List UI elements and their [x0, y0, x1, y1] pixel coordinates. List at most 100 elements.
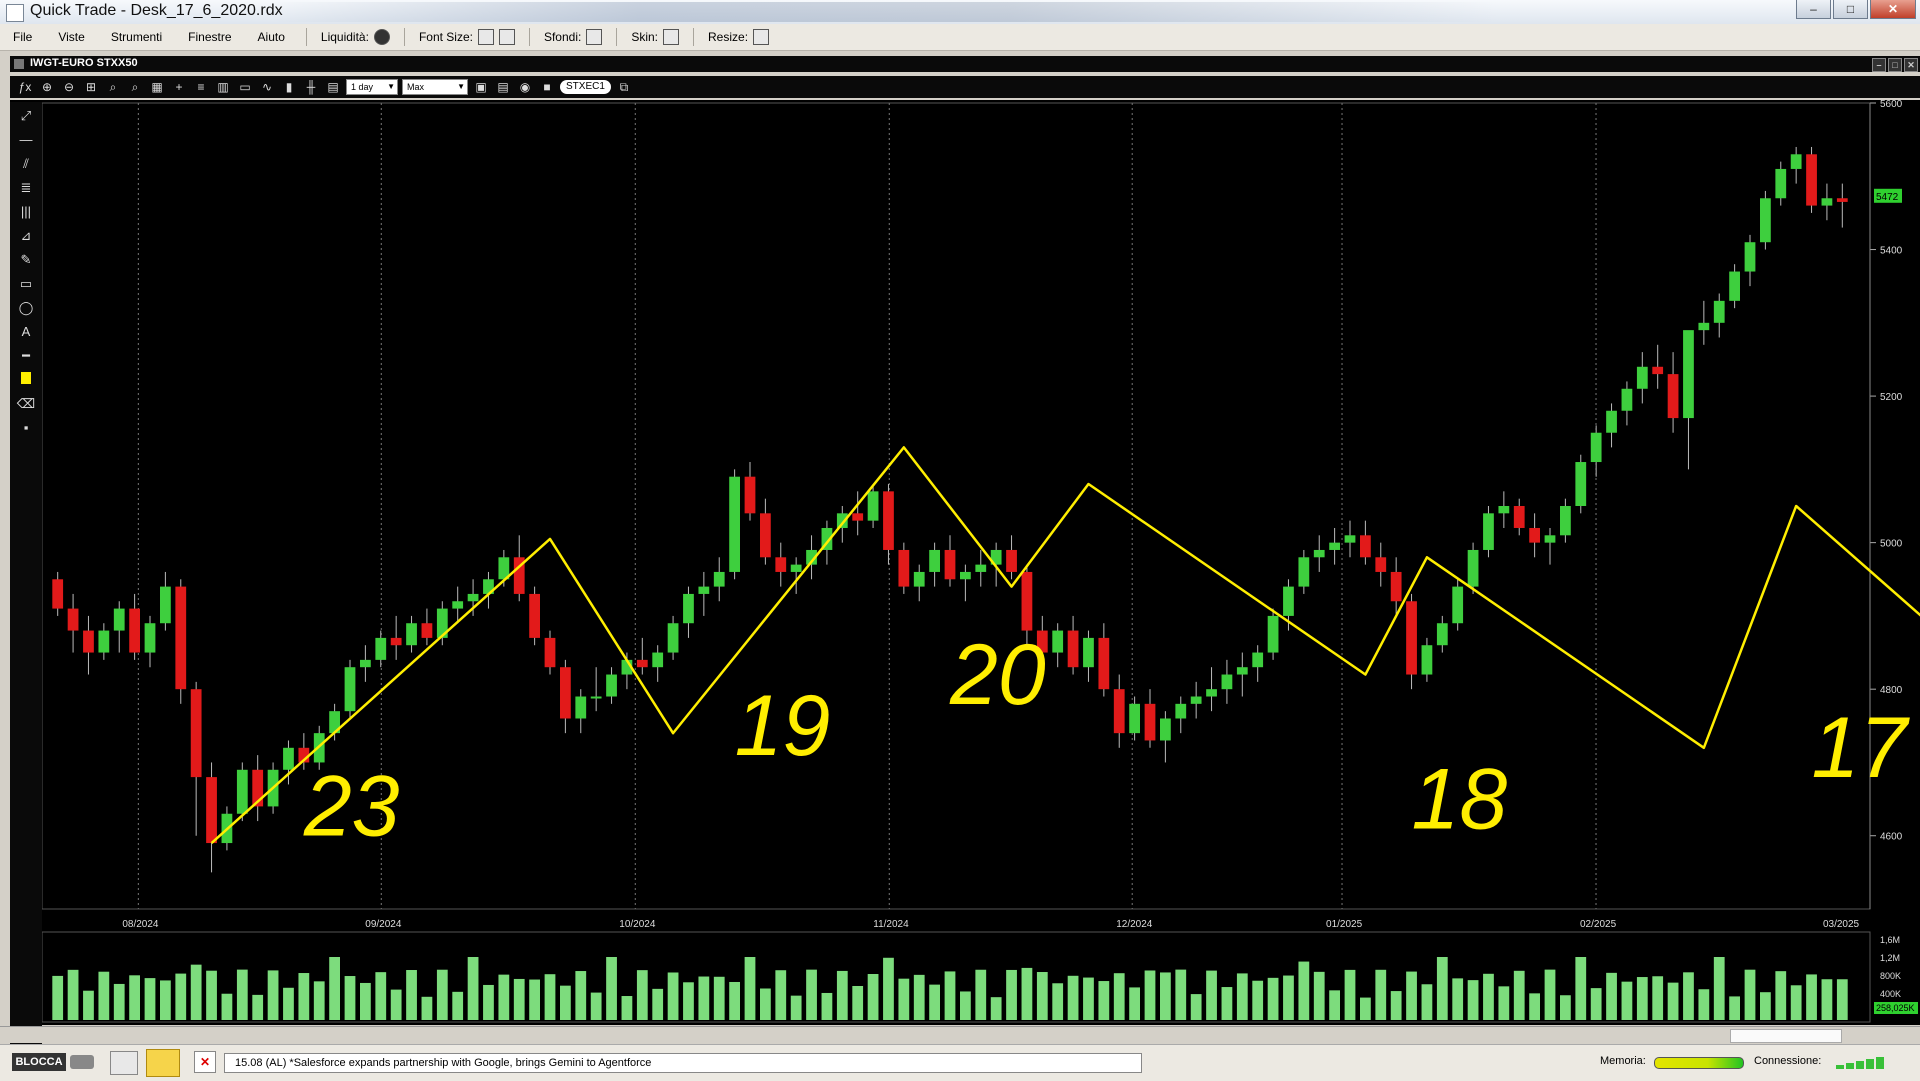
printer-icon[interactable]: [110, 1051, 138, 1075]
news-ticker[interactable]: 15.08 (AL) *Salesforce expands partnersh…: [224, 1053, 1142, 1073]
sfondi-control[interactable]: Sfondi:: [538, 29, 608, 45]
zoom-out-icon[interactable]: ⊖: [60, 79, 78, 95]
trash-icon[interactable]: ▪: [15, 418, 37, 438]
crosshair-icon[interactable]: +: [170, 79, 188, 95]
function-icon[interactable]: ƒx: [16, 79, 34, 95]
candle-body: [1621, 388, 1633, 411]
gann-icon[interactable]: ⊿: [15, 226, 37, 246]
bars-icon[interactable]: ▥: [214, 79, 232, 95]
menu-viste[interactable]: Viste: [45, 30, 97, 44]
close-icon[interactable]: ✕: [1870, 0, 1916, 19]
chart-window-title: IWGT-EURO STXX50: [30, 57, 138, 69]
font-stepper-icon[interactable]: [477, 29, 494, 45]
volume-bar: [1683, 972, 1694, 1020]
zoom-fit-icon[interactable]: ⊞: [82, 79, 100, 95]
font-icon[interactable]: [498, 29, 515, 45]
ohlc-icon[interactable]: ╫: [302, 79, 320, 95]
zoom-reset-icon[interactable]: ⌕: [126, 79, 144, 95]
color-picker-icon[interactable]: [15, 370, 37, 390]
fibonacci-icon[interactable]: ≣: [15, 178, 37, 198]
candle-body: [1375, 557, 1387, 572]
font-size-control[interactable]: Font Size:: [413, 29, 521, 45]
rectangle-icon[interactable]: ▭: [15, 274, 37, 294]
alert-icon[interactable]: ■: [538, 79, 556, 95]
text-tool-icon[interactable]: A: [15, 322, 37, 342]
menu-separator: [528, 28, 530, 46]
connection-signal-icon: [1836, 1053, 1916, 1069]
stop-icon[interactable]: ✕: [194, 1051, 216, 1073]
horizontal-scrollbar[interactable]: [0, 1026, 1920, 1043]
arrow-tool-icon[interactable]: ⤢: [15, 106, 37, 126]
menu-strumenti[interactable]: Strumenti: [98, 30, 175, 44]
window-title: Quick Trade - Desk_17_6_2020.rdx: [30, 2, 283, 19]
horizontal-line-icon[interactable]: —: [15, 130, 37, 150]
line-width-icon[interactable]: ━: [15, 346, 37, 366]
grid-icon[interactable]: ▦: [148, 79, 166, 95]
candle-body: [1729, 271, 1740, 301]
candle-body: [760, 513, 771, 558]
candle-body: [652, 652, 664, 668]
sfondi-label: Sfondi:: [543, 30, 582, 44]
candle-body: [1083, 637, 1094, 668]
scrollbar-thumb[interactable]: [1730, 1029, 1842, 1043]
skin-control[interactable]: Skin:: [625, 29, 685, 45]
volume-bar: [683, 982, 694, 1020]
list-icon[interactable]: ≡: [192, 79, 210, 95]
candle-body: [83, 630, 94, 653]
copy-icon[interactable]: ⧉: [615, 79, 633, 95]
price-chart[interactable]: 4600 4800 5000 5200 5400 5600 5472 08/2024 09/2…: [10, 99, 1920, 1025]
blocca-button[interactable]: BLOCCA: [12, 1053, 66, 1071]
candle-chart-icon[interactable]: ▮: [280, 79, 298, 95]
line-chart-icon[interactable]: ∿: [258, 79, 276, 95]
candle-body: [1283, 586, 1294, 616]
handwritten-number-2: 19: [735, 678, 831, 774]
maximize-icon[interactable]: □: [1833, 0, 1868, 19]
chart-close-icon[interactable]: ✕: [1904, 58, 1918, 72]
resize-control[interactable]: Resize:: [702, 29, 775, 45]
zoom-in-icon[interactable]: ⊕: [38, 79, 56, 95]
volume-bar: [1483, 973, 1494, 1020]
candle-body: [1790, 154, 1802, 169]
resize-icon[interactable]: [753, 29, 770, 45]
volume-bar: [1406, 971, 1417, 1020]
range-value: Max: [407, 82, 425, 92]
chart-area[interactable]: 4600 4800 5000 5200 5400 5600 5472 08/2024 09/2…: [10, 99, 1920, 1025]
calendar-icon[interactable]: ▤: [324, 79, 342, 95]
menu-file[interactable]: File: [0, 30, 45, 44]
symbol-field[interactable]: STXEC1: [560, 80, 611, 94]
print-icon[interactable]: ▤: [494, 79, 512, 95]
skin-icon[interactable]: [663, 29, 680, 45]
channel-icon[interactable]: ⫽: [15, 154, 37, 174]
volume-bar: [1036, 972, 1048, 1020]
handwritten-number-1: 23: [303, 759, 400, 855]
globe-icon[interactable]: ◉: [516, 79, 534, 95]
minimize-icon[interactable]: –: [1796, 0, 1831, 19]
volume-bar: [1436, 957, 1448, 1020]
menu-separator: [693, 28, 695, 46]
liquidita-control[interactable]: Liquidità:: [315, 29, 396, 45]
save-icon[interactable]: ▣: [472, 79, 490, 95]
volume-bar: [960, 991, 971, 1020]
candle-body: [1683, 330, 1694, 419]
key-icon[interactable]: [70, 1055, 94, 1069]
menu-finestre[interactable]: Finestre: [175, 30, 244, 44]
folder-icon[interactable]: [146, 1049, 180, 1077]
zoom-area-icon[interactable]: ⌕: [104, 79, 122, 95]
info-icon[interactable]: [373, 29, 390, 45]
background-icon[interactable]: [586, 29, 603, 45]
volume-bar: [1267, 977, 1279, 1020]
chart-maximize-icon[interactable]: □: [1888, 58, 1902, 72]
chart-minimize-icon[interactable]: –: [1872, 58, 1886, 72]
vertical-lines-icon[interactable]: |||: [15, 202, 37, 222]
eraser-icon[interactable]: ⌫: [15, 394, 37, 414]
handwritten-number-5: 17: [1812, 700, 1911, 796]
range-select[interactable]: Max ▼: [402, 79, 468, 95]
window-icon[interactable]: ▭: [236, 79, 254, 95]
period-select[interactable]: 1 day ▼: [346, 79, 398, 95]
last-price-label: 5472: [1876, 192, 1899, 203]
candle-body: [1221, 674, 1233, 690]
pencil-icon[interactable]: ✎: [15, 250, 37, 270]
volume-bar: [1667, 982, 1679, 1020]
ellipse-icon[interactable]: ◯: [15, 298, 37, 318]
menu-aiuto[interactable]: Aiuto: [245, 30, 298, 44]
